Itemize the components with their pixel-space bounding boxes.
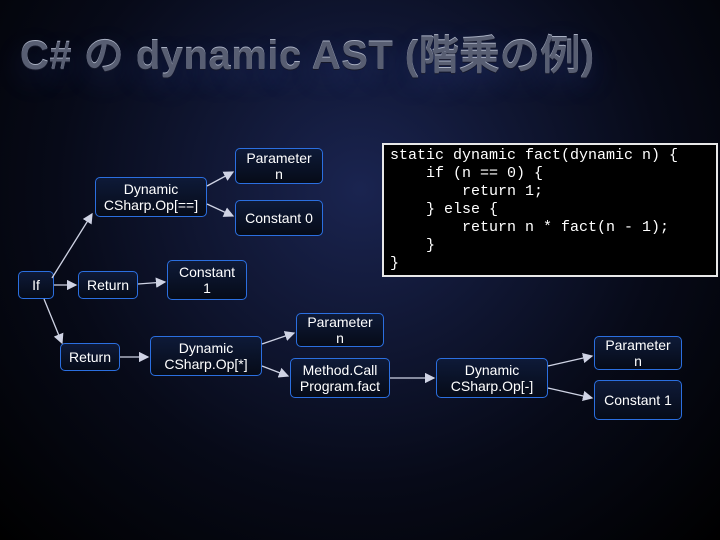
node-const-0: Constant 0 [235,200,323,236]
node-param-n-1: Parameter n [235,148,323,184]
node-param-n-3: Parameter n [594,336,682,370]
node-const-1-b: Constant 1 [594,380,682,420]
node-const-1-a: Constant 1 [167,260,247,300]
code-sample: static dynamic fact(dynamic n) { if (n =… [382,143,718,277]
node-call: Method.Call Program.fact [290,358,390,398]
node-param-n-2: Parameter n [296,313,384,347]
node-return-1: Return [78,271,138,299]
node-sub: Dynamic CSharp.Op[-] [436,358,548,398]
node-if: If [18,271,54,299]
slide-title: C# の dynamic AST (階乗の例) [20,33,700,79]
node-eq: Dynamic CSharp.Op[==] [95,177,207,217]
node-mul: Dynamic CSharp.Op[*] [150,336,262,376]
node-return-2: Return [60,343,120,371]
